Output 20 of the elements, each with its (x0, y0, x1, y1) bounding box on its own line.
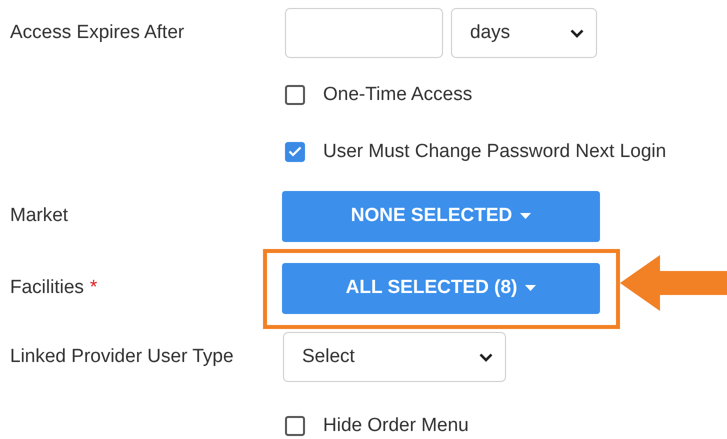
caret-icon (520, 213, 532, 219)
chevron-down-icon (479, 352, 493, 362)
field-label: Linked Provider User Type (9, 346, 235, 368)
checkbox[interactable] (285, 84, 305, 104)
checkbox[interactable] (285, 142, 305, 162)
checkbox[interactable] (285, 416, 305, 436)
duration-input[interactable] (285, 8, 443, 58)
checkbox-option[interactable]: One-Time Access (285, 84, 727, 106)
field-label: Access Expires After (9, 22, 186, 44)
checkbox-option[interactable]: Hide Order Menu (285, 415, 727, 437)
caret-icon (525, 285, 536, 291)
arrow-icon (620, 255, 727, 311)
check-icon (288, 146, 302, 157)
unit-select[interactable]: days (451, 8, 597, 58)
chevron-down-icon (570, 28, 584, 38)
required-mark: * (90, 277, 98, 299)
checkbox-option[interactable]: User Must Change Password Next Login (285, 140, 727, 162)
field-label: Facilities (10, 277, 84, 299)
type-select[interactable]: Select (283, 332, 506, 382)
field-label: Market (10, 205, 68, 227)
